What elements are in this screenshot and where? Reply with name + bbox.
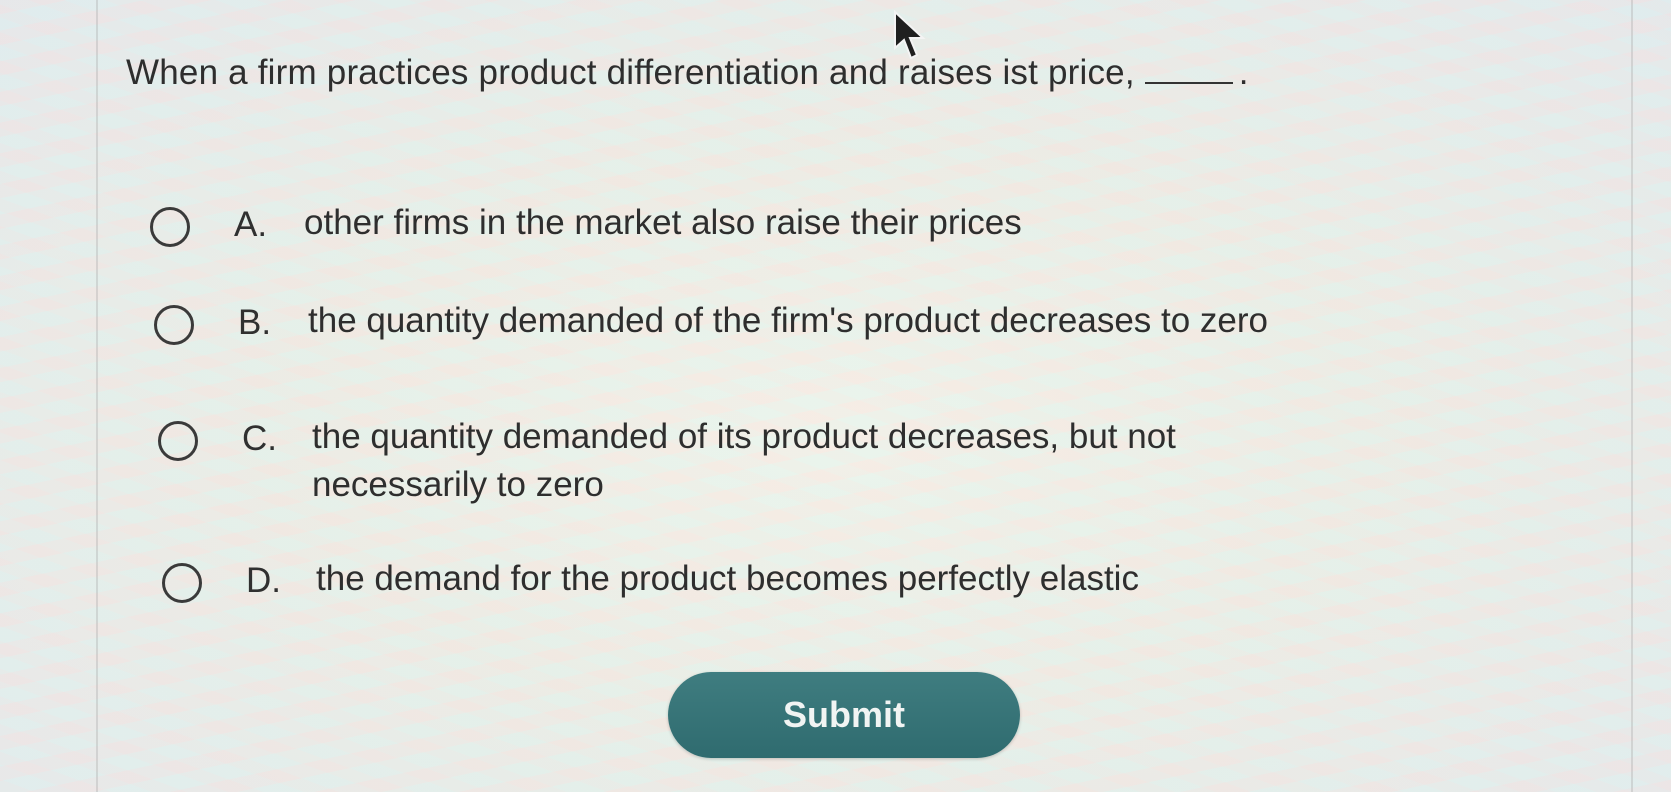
choice-d[interactable]: D. the demand for the product becomes pe… [162, 559, 1316, 603]
panel-right-border [1631, 0, 1633, 792]
radio-b-icon[interactable] [154, 305, 194, 345]
radio-d-icon[interactable] [162, 563, 202, 603]
panel-left-border [96, 0, 98, 792]
choice-a-text: other firms in the market also raise the… [304, 203, 1022, 242]
choice-c[interactable]: C. the quantity demanded of its product … [158, 417, 1302, 509]
choice-d-text: the demand for the product becomes perfe… [316, 559, 1139, 598]
radio-c-icon[interactable] [158, 421, 198, 461]
answer-blank [1144, 52, 1233, 84]
choice-b[interactable]: B. the quantity demanded of the firm's p… [154, 301, 1468, 345]
question-text: When a firm practices product differenti… [126, 53, 1135, 92]
question-period: . [1238, 53, 1249, 92]
choice-a-letter: A. [234, 205, 268, 244]
choice-d-letter: D. [246, 561, 281, 600]
choice-b-text: the quantity demanded of the firm's prod… [308, 301, 1269, 340]
choice-c-text: the quantity demanded of its product dec… [312, 417, 1176, 504]
submit-button[interactable]: Submit [668, 672, 1020, 758]
mouse-pointer-icon [894, 10, 926, 60]
choice-c-letter: C. [242, 419, 277, 458]
choice-a[interactable]: A. other firms in the market also raise … [150, 203, 1204, 247]
question-panel: When a firm practices product differenti… [0, 0, 1671, 792]
radio-a-icon[interactable] [150, 207, 190, 247]
question-prompt: When a firm practices product differenti… [126, 52, 1249, 93]
choice-b-letter: B. [238, 303, 272, 342]
